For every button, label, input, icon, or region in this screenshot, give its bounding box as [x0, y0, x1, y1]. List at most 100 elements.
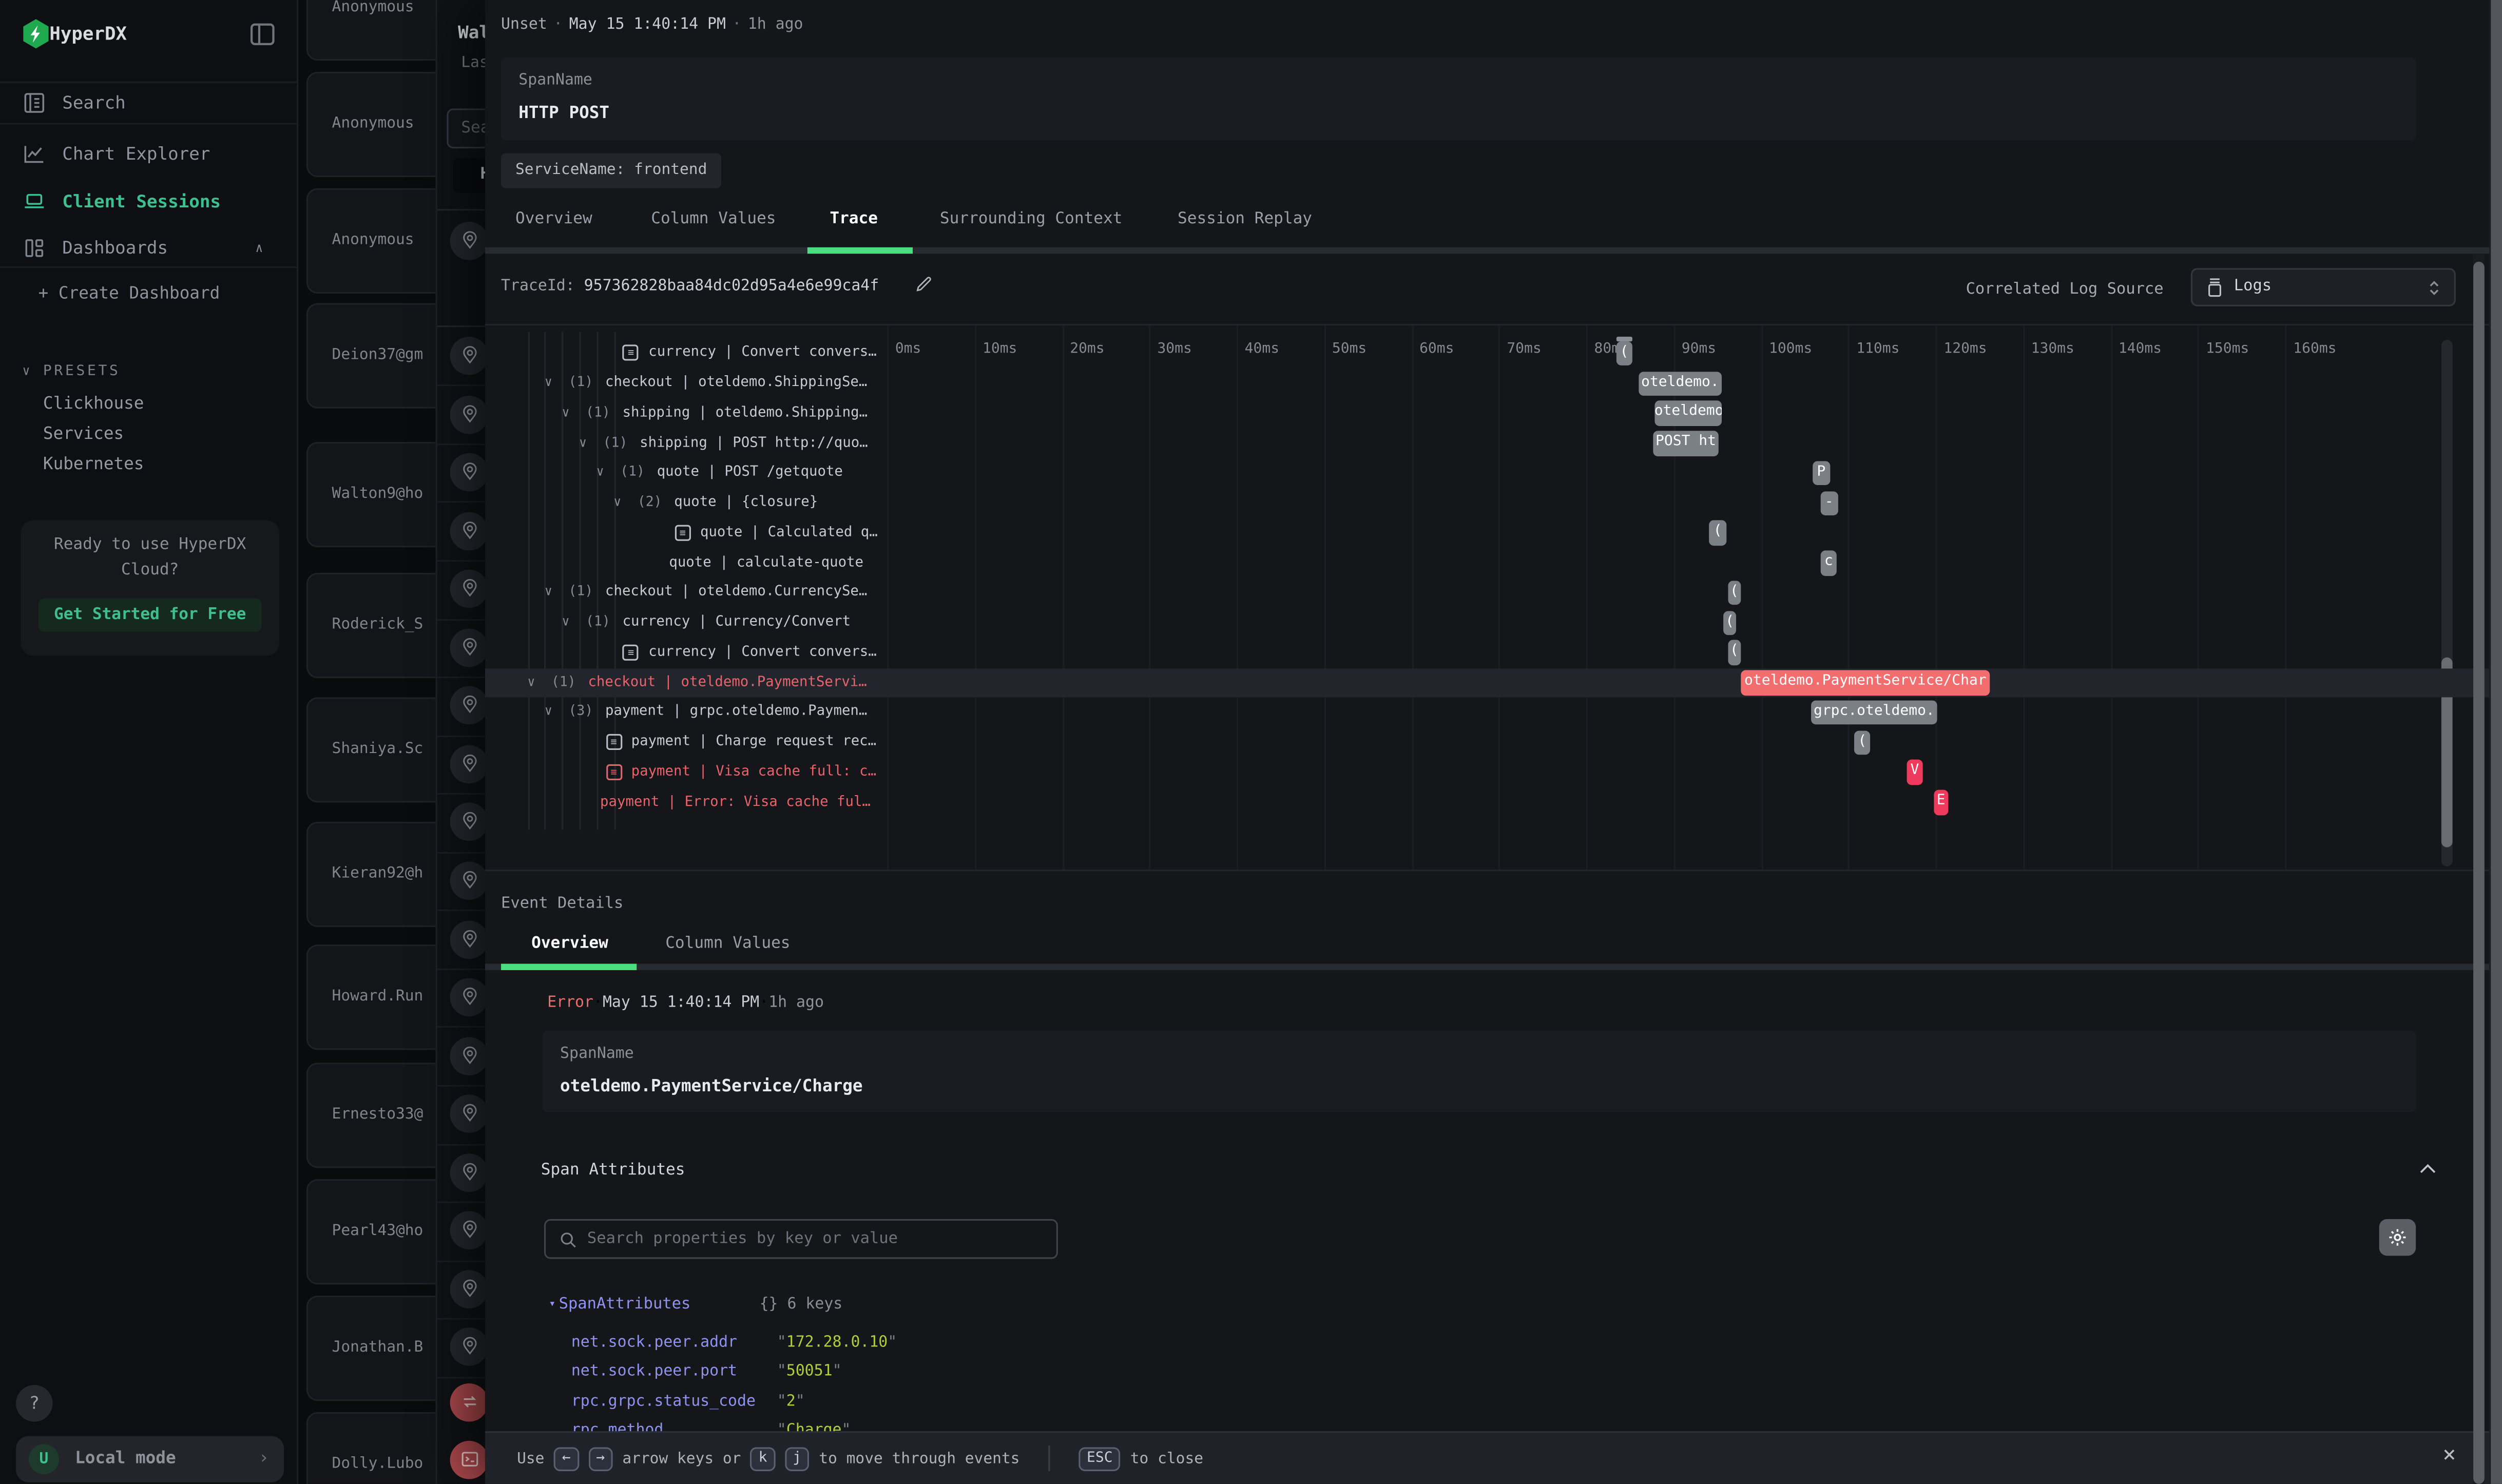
- trace-span-row[interactable]: ∨(1)checkout | oteldemo.CurrencySe…(: [485, 578, 2502, 608]
- trace-span-row[interactable]: ≡payment | Charge request rec…(: [485, 728, 2502, 758]
- tab-session-replay[interactable]: Session Replay: [1178, 210, 1312, 228]
- location-pin-icon[interactable]: [450, 1036, 485, 1075]
- sidebar-item-chart-explorer[interactable]: Chart Explorer: [0, 132, 297, 174]
- location-pin-icon[interactable]: [450, 920, 485, 958]
- location-pin-icon[interactable]: [450, 803, 485, 842]
- attribute-key[interactable]: net.sock.peer.addr: [571, 1334, 737, 1352]
- event-tab-overview[interactable]: Overview: [531, 935, 608, 953]
- event-tab-column-values[interactable]: Column Values: [665, 935, 790, 953]
- location-pin-icon[interactable]: [450, 745, 485, 783]
- attribute-row[interactable]: net.sock.peer.addr"172.28.0.10": [571, 1334, 737, 1352]
- session-list-item[interactable]: Ernesto33@: [306, 1063, 436, 1168]
- span-duration-bar[interactable]: POST ht: [1653, 431, 1718, 456]
- attribute-row[interactable]: rpc.grpc.status_code"2": [571, 1392, 756, 1410]
- session-list-item[interactable]: Shaniya.Sc: [306, 697, 436, 802]
- span-duration-bar[interactable]: (: [1728, 641, 1741, 665]
- preset-kubernetes[interactable]: Kubernetes: [43, 455, 144, 474]
- exchange-arrows-icon[interactable]: [450, 1382, 485, 1421]
- location-pin-icon[interactable]: [450, 978, 485, 1017]
- session-list-item[interactable]: Howard.Run: [306, 945, 436, 1050]
- sidebar-item-search[interactable]: Search: [0, 82, 297, 123]
- collapse-caret-icon[interactable]: ∨: [562, 405, 569, 419]
- trace-span-row[interactable]: ≡currency | Convert convers…(: [485, 638, 2502, 668]
- strip-search-input[interactable]: Sea: [447, 108, 485, 148]
- session-list-item[interactable]: Kieran92@h: [306, 822, 436, 927]
- location-pin-icon[interactable]: [450, 1328, 485, 1366]
- collapse-caret-icon[interactable]: ∨: [562, 614, 569, 629]
- attribute-row[interactable]: net.sock.peer.port"50051": [571, 1363, 737, 1381]
- session-list-item[interactable]: Pearl43@ho: [306, 1179, 436, 1284]
- attributes-settings-button[interactable]: [2379, 1219, 2416, 1256]
- location-pin-icon[interactable]: [450, 1270, 485, 1308]
- location-pin-icon[interactable]: [450, 453, 485, 492]
- session-list-item[interactable]: Walton9@ho: [306, 442, 436, 547]
- span-duration-bar[interactable]: oteldemo.PaymentService/Char: [1741, 670, 1990, 695]
- trace-span-row[interactable]: ∨(1)checkout | oteldemo.PaymentServi…ote…: [485, 668, 2502, 698]
- location-pin-icon[interactable]: [450, 1211, 485, 1250]
- collapse-chevron-icon[interactable]: [2417, 1160, 2438, 1176]
- trace-span-row[interactable]: ∨(1)currency | Currency/Convert(: [485, 608, 2502, 638]
- sidebar-item-dashboards[interactable]: Dashboards ∧: [0, 226, 297, 268]
- attribute-key[interactable]: net.sock.peer.port: [571, 1363, 737, 1381]
- span-duration-bar[interactable]: (: [1723, 610, 1736, 635]
- collapse-caret-icon[interactable]: ∨: [527, 674, 535, 689]
- collapse-caret-icon[interactable]: ∨: [545, 375, 552, 390]
- create-dashboard-link[interactable]: + Create Dashboard: [39, 284, 220, 303]
- collapse-caret-icon[interactable]: ∨: [596, 465, 604, 479]
- preset-services[interactable]: Services: [43, 425, 124, 444]
- attributes-search-input[interactable]: Search properties by key or value: [544, 1219, 1058, 1259]
- edit-pencil-icon[interactable]: [914, 275, 933, 294]
- trace-span-row[interactable]: quote | calculate-quotec: [485, 548, 2502, 578]
- session-list-item[interactable]: Anonymous: [306, 72, 436, 177]
- span-duration-bar[interactable]: E: [1934, 790, 1948, 815]
- attribute-key[interactable]: rpc.grpc.status_code: [571, 1392, 756, 1410]
- collapse-caret-icon[interactable]: ∨: [579, 435, 587, 449]
- panel-scrollbar-thumb[interactable]: [2473, 262, 2485, 1484]
- collapse-caret-icon[interactable]: ∨: [613, 495, 621, 509]
- location-pin-icon[interactable]: [450, 1095, 485, 1133]
- span-duration-bar[interactable]: P: [1813, 461, 1830, 486]
- trace-span-row[interactable]: ∨(1)checkout | oteldemo.ShippingSe…oteld…: [485, 369, 2502, 398]
- session-list-item[interactable]: Anonymous: [306, 0, 436, 61]
- trace-span-row[interactable]: ∨(1)shipping | POST http://quo…POST ht: [485, 429, 2502, 458]
- tab-trace[interactable]: Trace: [830, 210, 878, 228]
- session-list-item[interactable]: Dolly.Lubo: [306, 1412, 436, 1484]
- collapse-caret-icon[interactable]: ∨: [545, 585, 552, 599]
- location-pin-icon[interactable]: [450, 628, 485, 667]
- preset-clickhouse[interactable]: Clickhouse: [43, 394, 144, 413]
- terminal-icon[interactable]: [450, 1440, 485, 1478]
- tab-overview[interactable]: Overview: [515, 210, 592, 228]
- close-panel-button[interactable]: ×: [2433, 1441, 2465, 1473]
- session-list-item[interactable]: Jonathan.B: [306, 1296, 436, 1401]
- session-list-item[interactable]: Deion37@gm: [306, 303, 436, 409]
- trace-span-row[interactable]: ≡currency | Convert convers…(: [485, 339, 2502, 369]
- location-pin-icon[interactable]: [450, 512, 485, 550]
- location-pin-icon[interactable]: [450, 687, 485, 725]
- sidebar-collapse-icon[interactable]: [249, 23, 276, 47]
- span-duration-bar[interactable]: V: [1907, 760, 1923, 785]
- sidebar-item-client-sessions[interactable]: Client Sessions: [0, 180, 297, 222]
- span-duration-bar[interactable]: (: [1855, 730, 1871, 755]
- trace-span-row[interactable]: payment | Error: Visa cache ful…E: [485, 787, 2502, 817]
- trace-span-row[interactable]: ∨(2)quote | {closure}-: [485, 489, 2502, 518]
- span-duration-bar[interactable]: oteldemo: [1654, 401, 1722, 426]
- presets-label[interactable]: PRESETS: [43, 364, 121, 380]
- service-name-badge[interactable]: ServiceName: frontend: [501, 153, 721, 188]
- location-pin-icon[interactable]: [450, 395, 485, 434]
- span-duration-bar[interactable]: (: [1728, 581, 1741, 605]
- location-pin-icon[interactable]: [450, 570, 485, 608]
- attributes-root-node[interactable]: ▾SpanAttributes: [549, 1296, 690, 1313]
- span-duration-bar[interactable]: c: [1820, 551, 1837, 575]
- location-pin-icon[interactable]: [450, 1153, 485, 1191]
- presets-caret-icon[interactable]: ∨: [23, 364, 30, 378]
- help-button[interactable]: ?: [16, 1385, 52, 1421]
- trace-span-row[interactable]: ≡quote | Calculated q…(: [485, 518, 2502, 548]
- collapse-caret-icon[interactable]: ∨: [545, 704, 552, 719]
- span-duration-bar[interactable]: (: [1616, 341, 1632, 366]
- log-source-select[interactable]: Logs: [2191, 268, 2456, 306]
- tab-surrounding-context[interactable]: Surrounding Context: [940, 210, 1123, 228]
- trace-span-row[interactable]: ≡payment | Visa cache full: c…V: [485, 758, 2502, 787]
- trace-span-row[interactable]: ∨(1)quote | POST /getquoteP: [485, 458, 2502, 488]
- span-duration-bar[interactable]: -: [1820, 491, 1838, 515]
- trace-span-row[interactable]: ∨(1)shipping | oteldemo.Shipping…oteldem…: [485, 399, 2502, 429]
